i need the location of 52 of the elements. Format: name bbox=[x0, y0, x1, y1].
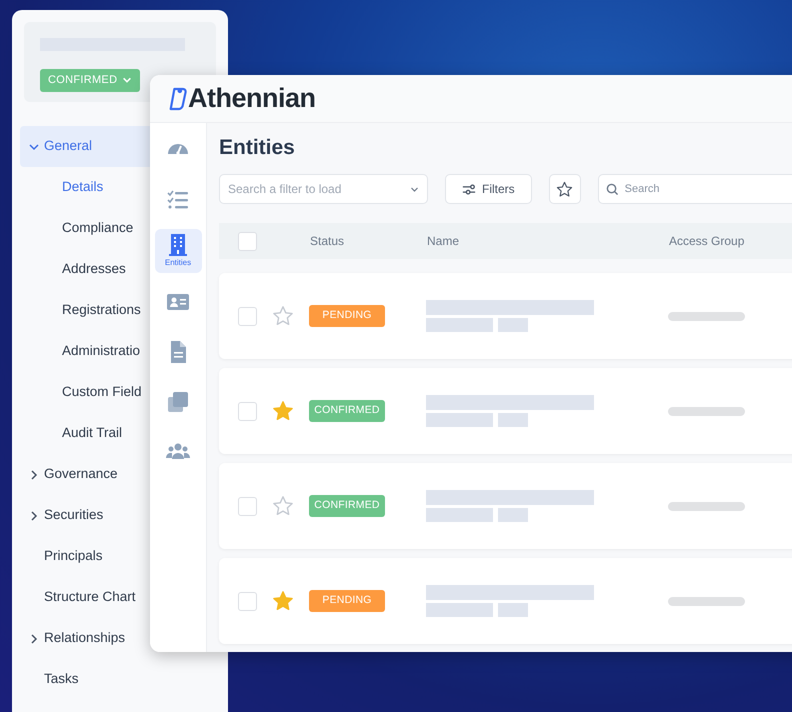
checkbox[interactable] bbox=[238, 402, 257, 421]
nav-item[interactable]: Securities bbox=[12, 495, 150, 536]
status-label: CONFIRMED bbox=[309, 400, 385, 422]
caret-icon bbox=[122, 75, 132, 86]
logo-text: Athennian bbox=[188, 82, 316, 116]
column-header: Access Group bbox=[669, 233, 744, 250]
status-label: PENDING bbox=[309, 305, 385, 328]
filters-button[interactable]: Filters bbox=[445, 174, 532, 204]
nav-item[interactable]: Governance bbox=[12, 454, 150, 495]
logo-icon bbox=[168, 86, 188, 112]
checkbox[interactable] bbox=[238, 592, 257, 611]
rail-button[interactable]: Entities bbox=[154, 229, 202, 273]
checkbox[interactable] bbox=[238, 232, 257, 251]
nav-item[interactable]: Principals bbox=[12, 536, 150, 577]
building-icon bbox=[166, 233, 190, 257]
skeleton-bar bbox=[498, 318, 528, 332]
column-header: Name bbox=[427, 233, 460, 250]
star-icon[interactable] bbox=[272, 305, 294, 328]
nav-item[interactable]: Structure Chart bbox=[12, 577, 150, 618]
skeleton-bar bbox=[498, 603, 528, 618]
status-label: CONFIRMED bbox=[309, 495, 385, 518]
star-icon[interactable] bbox=[272, 495, 294, 518]
page-title: Entities bbox=[219, 135, 296, 160]
nav-subitem[interactable]: Audit Trail bbox=[12, 413, 150, 454]
star-icon[interactable] bbox=[272, 590, 294, 612]
skeleton-bar bbox=[426, 508, 493, 522]
sliders-icon bbox=[462, 182, 476, 196]
search-icon bbox=[606, 183, 618, 196]
checkbox[interactable] bbox=[238, 306, 257, 326]
checkbox[interactable] bbox=[238, 496, 257, 516]
nav-subitem[interactable]: Administratio bbox=[12, 331, 150, 372]
nav-subitem[interactable]: Custom Field bbox=[12, 372, 150, 413]
skeleton-bar bbox=[498, 508, 528, 522]
skeleton-bar bbox=[426, 413, 493, 428]
status-label: PENDING bbox=[309, 590, 385, 612]
column-header: Status bbox=[310, 233, 346, 250]
nav-subitem[interactable]: Compliance bbox=[12, 208, 150, 249]
skeleton-bar bbox=[498, 413, 528, 428]
caret-icon bbox=[410, 184, 419, 194]
copy-icon bbox=[166, 390, 190, 414]
nav-item[interactable]: Relationships bbox=[12, 618, 150, 659]
favorite-button[interactable] bbox=[548, 174, 581, 204]
star-icon[interactable] bbox=[272, 400, 294, 422]
nav-item[interactable]: General bbox=[20, 126, 150, 167]
skeleton-bar bbox=[426, 318, 493, 332]
nav-subitem[interactable]: Details bbox=[12, 167, 150, 208]
star-icon bbox=[556, 180, 574, 198]
nav-subitem[interactable]: Addresses bbox=[12, 249, 150, 290]
nav-subitem[interactable]: Registrations bbox=[12, 290, 150, 331]
nav-item[interactable]: Tasks bbox=[12, 659, 150, 700]
search-field[interactable]: Search bbox=[598, 174, 792, 204]
skeleton-bar bbox=[426, 603, 493, 618]
